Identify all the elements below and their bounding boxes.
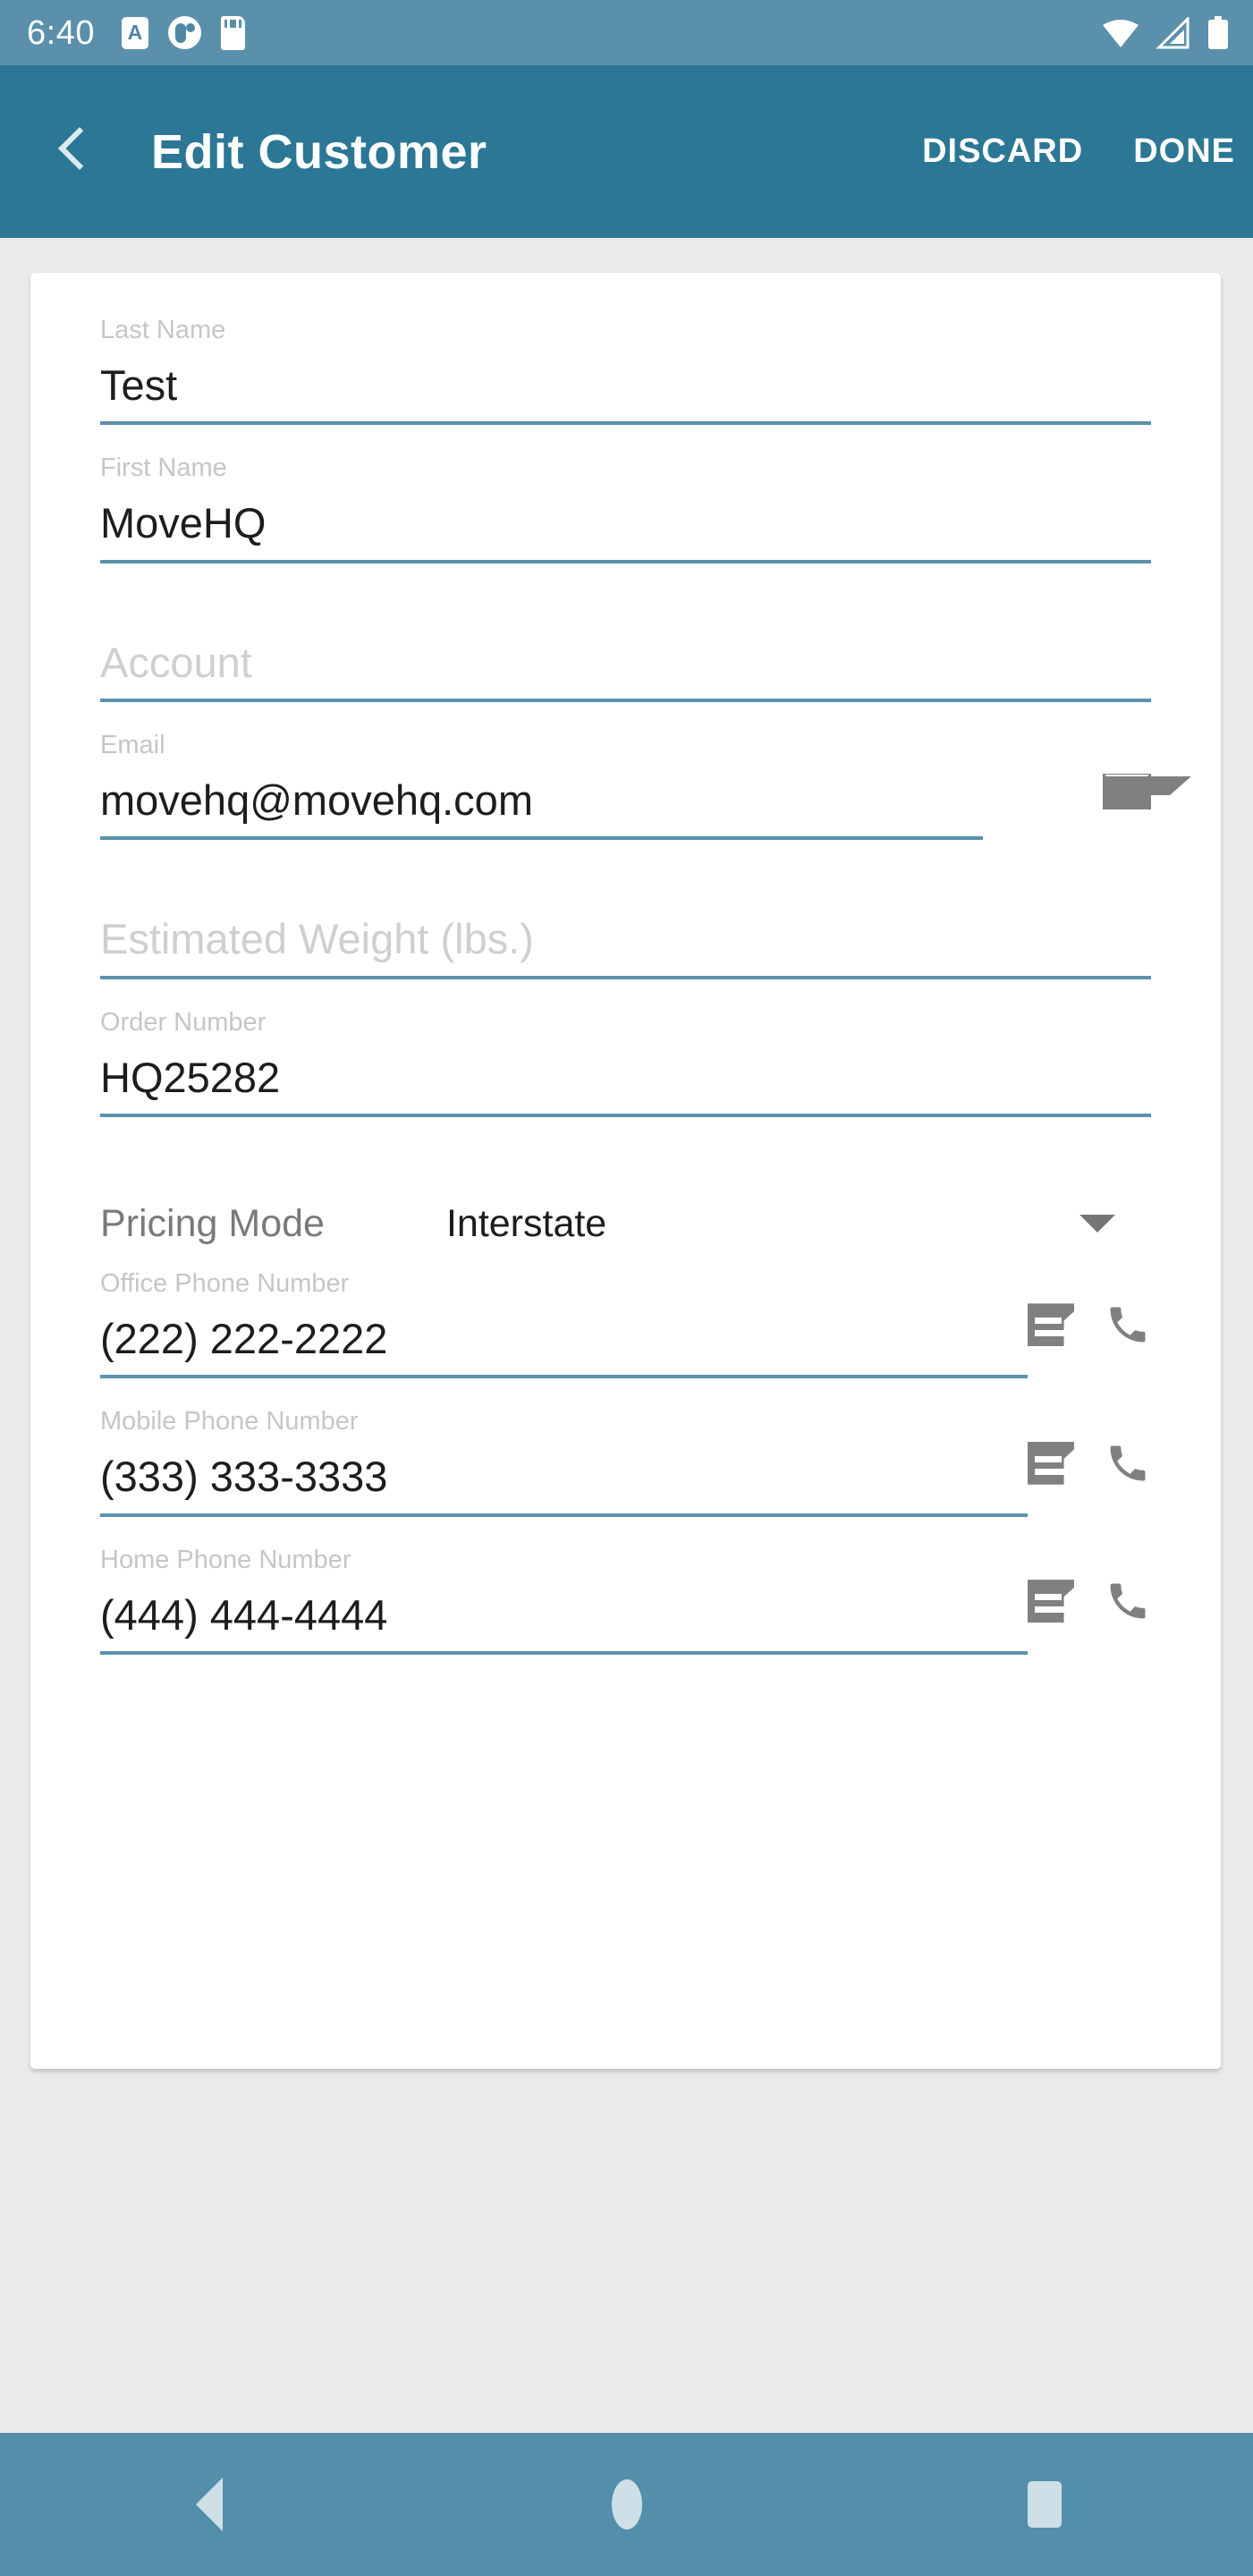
field-email-underline [100, 836, 983, 841]
field-mobile-phone-underline [100, 1513, 1028, 1517]
field-account[interactable]: Account [100, 640, 1151, 703]
field-estimated-weight-placeholder[interactable]: Estimated Weight (lbs.) [100, 917, 1151, 975]
field-office-phone-value[interactable]: (222) 222-2222 [100, 1317, 1151, 1375]
field-mobile-phone-label: Mobile Phone Number [100, 1407, 359, 1436]
back-chevron-icon[interactable] [48, 121, 102, 183]
field-office-phone-underline [100, 1375, 1028, 1379]
status-left-icons: A [121, 15, 245, 50]
envelope-icon[interactable] [1103, 774, 1191, 810]
field-email-label: Email [100, 731, 165, 760]
page-title: Edit Customer [151, 124, 487, 179]
field-home-phone-value[interactable]: (444) 444-4444 [100, 1592, 1151, 1651]
field-last-name[interactable]: Last Name Test [100, 316, 1151, 426]
field-first-name-label: First Name [100, 453, 227, 483]
app-bar: Edit Customer DISCARD DONE [0, 65, 1253, 238]
chevron-down-icon[interactable] [1079, 1215, 1115, 1233]
nav-back-icon [195, 2478, 223, 2531]
circle-app-icon [167, 16, 201, 49]
pricing-mode-row[interactable]: Pricing Mode Interstate [100, 1176, 1151, 1271]
field-home-phone-underline [100, 1651, 1028, 1656]
field-mobile-phone-value[interactable]: (333) 333-3333 [100, 1454, 1151, 1513]
field-office-phone[interactable]: Office Phone Number (222) 222-2222 [100, 1269, 1151, 1379]
android-nav-bar [0, 2433, 1253, 2576]
status-right-icons [1101, 15, 1230, 50]
field-mobile-phone[interactable]: Mobile Phone Number (333) 333-3333 [100, 1407, 1151, 1517]
wifi-icon [1103, 19, 1139, 47]
field-first-name-value[interactable]: MoveHQ [100, 501, 1151, 559]
status-bar: 6:40 A [0, 0, 1253, 65]
nav-recents-button[interactable] [973, 2433, 1116, 2576]
field-first-name-underline [100, 559, 1151, 564]
field-last-name-label: Last Name [100, 316, 226, 344]
field-order-number[interactable]: Order Number HQ25282 [100, 1007, 1151, 1118]
pricing-mode-label: Pricing Mode [100, 1201, 325, 1245]
field-email[interactable]: Email movehq@movehq.com [100, 731, 1191, 841]
field-home-phone[interactable]: Home Phone Number (444) 444-4444 [100, 1545, 1151, 1656]
field-home-phone-label: Home Phone Number [100, 1545, 351, 1574]
email-row-icons [1103, 774, 1191, 810]
phone-call-icon[interactable] [1105, 1578, 1151, 1624]
nav-home-button[interactable] [555, 2433, 698, 2576]
edit-customer-form-card: Last Name Test First Name MoveHQ Account… [30, 273, 1221, 2069]
status-clock: 6:40 [27, 13, 95, 52]
sms-icon[interactable] [1028, 1303, 1074, 1347]
nav-home-icon [611, 2479, 642, 2529]
nav-recents-icon [1027, 2481, 1062, 2528]
phone-call-icon[interactable] [1105, 1301, 1151, 1348]
office-phone-row-icons [1028, 1301, 1151, 1348]
cell-signal-icon [1156, 16, 1190, 48]
field-office-phone-label: Office Phone Number [100, 1269, 350, 1299]
field-order-number-label: Order Number [100, 1007, 267, 1037]
sdcard-icon [220, 15, 245, 50]
field-estimated-weight[interactable]: Estimated Weight (lbs.) [100, 917, 1151, 979]
field-first-name[interactable]: First Name MoveHQ [100, 453, 1151, 564]
field-estimated-weight-underline [100, 975, 1151, 979]
field-order-number-value[interactable]: HQ25282 [100, 1055, 1151, 1114]
pricing-mode-value[interactable]: Interstate [446, 1204, 606, 1243]
sms-icon[interactable] [1028, 1580, 1074, 1623]
field-account-underline [100, 699, 1151, 703]
battery-icon [1208, 15, 1228, 49]
mobile-phone-row-icons [1028, 1440, 1151, 1487]
field-account-placeholder[interactable]: Account [100, 640, 1151, 699]
home-phone-row-icons [1028, 1578, 1151, 1624]
sms-icon[interactable] [1028, 1441, 1074, 1485]
nav-back-button[interactable] [138, 2433, 281, 2576]
done-button[interactable]: DONE [1133, 132, 1235, 171]
phone-call-icon[interactable] [1105, 1440, 1151, 1487]
field-email-value[interactable]: movehq@movehq.com [100, 778, 1151, 836]
field-last-name-value[interactable]: Test [100, 363, 1151, 421]
field-last-name-underline [100, 421, 1151, 426]
discard-button[interactable]: DISCARD [922, 132, 1083, 171]
field-order-number-underline [100, 1114, 1151, 1118]
a-badge-icon: A [121, 16, 148, 49]
